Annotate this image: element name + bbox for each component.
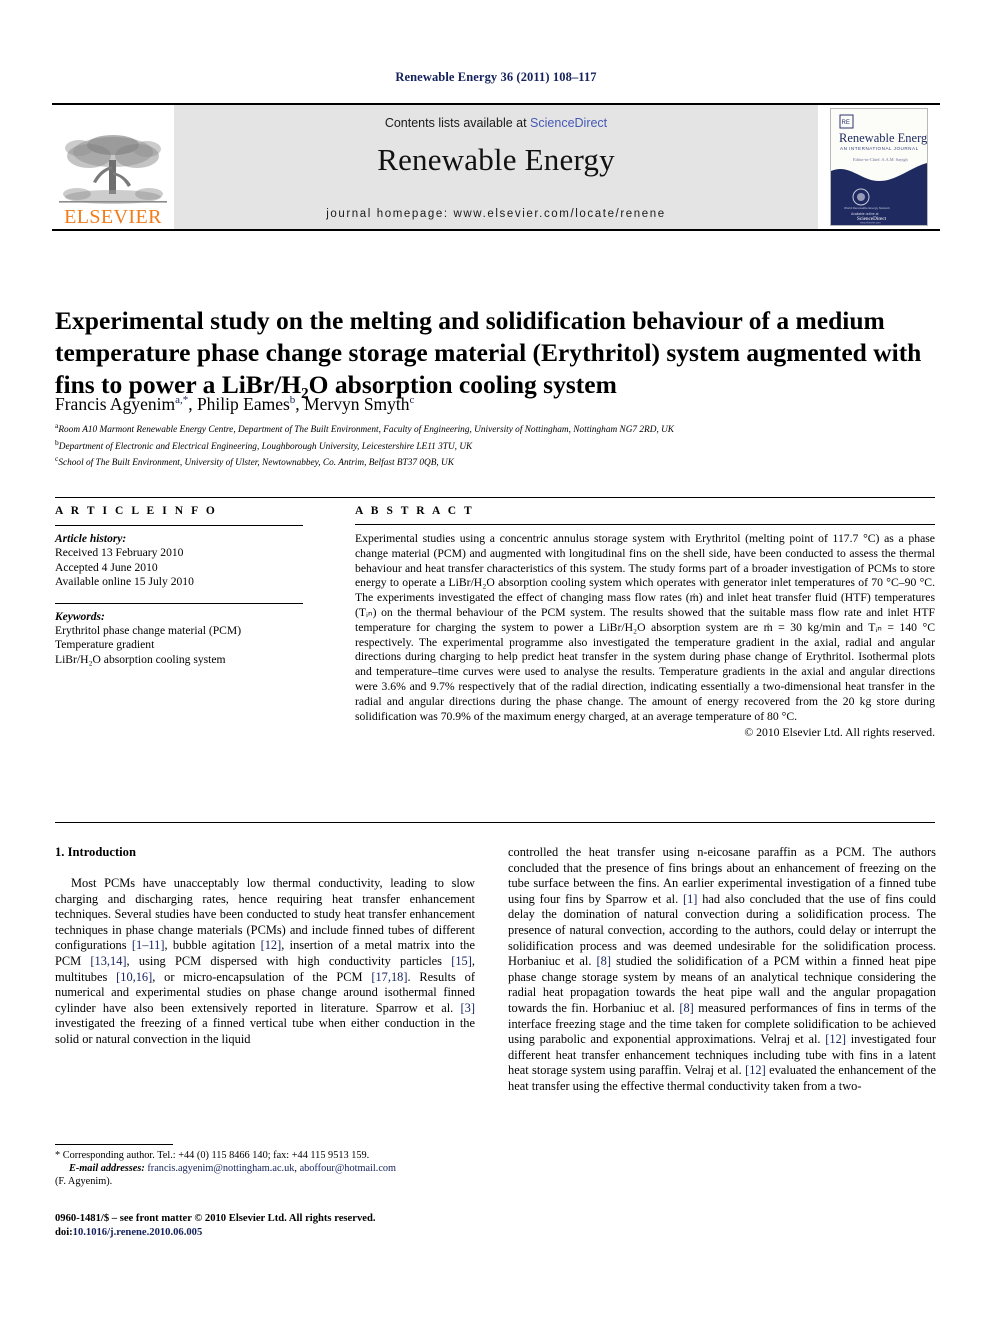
author-affiliation-mark: a,* xyxy=(175,394,189,406)
svg-text:www.elsevier.com: www.elsevier.com xyxy=(860,221,881,225)
elsevier-wordmark: ELSEVIER xyxy=(64,206,162,228)
paragraph: Most PCMs have unacceptably low thermal … xyxy=(55,876,475,1046)
doi-line: doi:10.1016/j.renene.2010.06.005 xyxy=(55,1226,485,1240)
colophon-block: 0960-1481/$ – see front matter © 2010 El… xyxy=(55,1212,485,1239)
introduction-paragraph-left: Most PCMs have unacceptably low thermal … xyxy=(55,876,475,1048)
article-history-label: Article history: xyxy=(55,533,127,545)
article-info-rule xyxy=(55,525,303,526)
article-history-item: Received 13 February 2010 xyxy=(55,546,184,559)
running-head: Renewable Energy 36 (2011) 108–117 xyxy=(395,70,597,84)
info-band-bottom-rule xyxy=(55,822,935,823)
svg-text:RE: RE xyxy=(842,120,850,126)
keyword-item: LiBr/H₂O absorption cooling system xyxy=(55,652,226,666)
author-name: Philip Eames xyxy=(196,393,290,414)
journal-cover-thumbnail: RE Renewable Energy AN INTERNATIONAL JOU… xyxy=(830,108,928,226)
article-history-item: Available online 15 July 2010 xyxy=(55,575,194,589)
issn-front-matter: 0960-1481/$ – see front matter © 2010 El… xyxy=(55,1213,376,1224)
keyword-item: Temperature gradient xyxy=(55,638,155,652)
svg-text:Renewable Energy: Renewable Energy xyxy=(839,131,927,145)
affiliation-text: School of The Built Environment, Univers… xyxy=(58,458,454,469)
affiliation-item: aRoom A10 Marmont Renewable Energy Centr… xyxy=(55,420,935,437)
article-info-heading: A R T I C L E I N F O xyxy=(55,505,218,517)
elsevier-logo: ELSEVIER xyxy=(52,105,174,229)
doi-link[interactable]: 10.1016/j.renene.2010.06.005 xyxy=(73,1227,203,1238)
page-title: Experimental study on the melting and so… xyxy=(55,306,922,400)
affiliation-text: Room A10 Marmont Renewable Energy Centre… xyxy=(58,425,675,436)
email-note: E-mail addresses: francis.agyenim@nottin… xyxy=(55,1162,475,1175)
email-owner: (F. Agyenim). xyxy=(55,1176,113,1187)
body-column-left: 1. Introduction Most PCMs have unaccepta… xyxy=(55,845,475,1048)
contents-available-line: Contents lists available at ScienceDirec… xyxy=(174,116,818,130)
elsevier-tree-icon xyxy=(59,135,167,204)
journal-masthead: ELSEVIER Contents lists available at Sci… xyxy=(52,103,940,231)
svg-text:AN INTERNATIONAL JOURNAL: AN INTERNATIONAL JOURNAL xyxy=(840,146,919,151)
author-name: Mervyn Smyth xyxy=(304,393,410,414)
keyword-item: Erythritol phase change material (PCM) xyxy=(55,623,242,637)
abstract-text: Experimental studies using a concentric … xyxy=(355,532,935,723)
svg-text:World Renewable Energy Network: World Renewable Energy Network xyxy=(844,206,890,210)
introduction-paragraph-right: controlled the heat transfer using n-eic… xyxy=(508,845,936,1095)
abstract-rule xyxy=(355,524,935,525)
contents-prefix: Contents lists available at xyxy=(384,116,531,130)
author-affiliation-mark: c xyxy=(409,394,415,406)
affiliation-text: Department of Electronic and Electrical … xyxy=(58,441,473,452)
email-addresses-label: E-mail addresses: xyxy=(69,1163,145,1174)
email-link-primary[interactable]: francis.agyenim@nottingham.ac.uk xyxy=(147,1163,294,1174)
paper-page: Renewable Energy 36 (2011) 108–117 ELSEV… xyxy=(0,0,992,1323)
body-column-right: controlled the heat transfer using n-eic… xyxy=(508,845,936,1095)
affiliation-list: aRoom A10 Marmont Renewable Energy Centr… xyxy=(55,420,935,470)
info-band-top-rule xyxy=(55,497,935,498)
article-history-item: Accepted 4 June 2010 xyxy=(55,560,158,574)
corresponding-author-note: * Corresponding author. Tel.: +44 (0) 11… xyxy=(55,1150,370,1161)
sciencedirect-link[interactable]: ScienceDirect xyxy=(530,116,607,130)
author-list: Francis Agyenima,*, Philip Eamesb, Mervy… xyxy=(55,393,415,414)
affiliation-item: cSchool of The Built Environment, Univer… xyxy=(55,453,935,470)
masthead-center: Contents lists available at ScienceDirec… xyxy=(174,105,818,229)
journal-homepage-link[interactable]: journal homepage: www.elsevier.com/locat… xyxy=(174,208,818,220)
affiliation-item: bDepartment of Electronic and Electrical… xyxy=(55,437,935,454)
doi-label: doi: xyxy=(55,1226,73,1238)
footnote-rule xyxy=(55,1144,173,1145)
journal-title: Renewable Energy xyxy=(377,142,615,177)
footnote-block: * Corresponding author. Tel.: +44 (0) 11… xyxy=(55,1144,475,1188)
author-name: Francis Agyenim xyxy=(55,393,176,414)
abstract-copyright: © 2010 Elsevier Ltd. All rights reserved… xyxy=(744,726,935,740)
article-info-panel: A R T I C L E I N F O Article history: R… xyxy=(55,505,303,668)
abstract-heading: A B S T R A C T xyxy=(355,505,475,517)
author-affiliation-mark: b xyxy=(289,394,296,406)
cover-art: RE Renewable Energy AN INTERNATIONAL JOU… xyxy=(831,109,927,225)
abstract-panel: A B S T R A C T Experimental studies usi… xyxy=(355,505,935,739)
paragraph: controlled the heat transfer using n-eic… xyxy=(508,845,936,1093)
email-link-secondary[interactable]: aboffour@hotmail.com xyxy=(300,1163,397,1174)
keywords-rule xyxy=(55,602,303,604)
keywords-label: Keywords: xyxy=(55,610,105,623)
journal-cover-cell: RE Renewable Energy AN INTERNATIONAL JOU… xyxy=(818,105,940,229)
section-heading-introduction: 1. Introduction xyxy=(55,845,136,859)
svg-text:Editor-in-Chief: A.A.M. Sayigh: Editor-in-Chief: A.A.M. Sayigh xyxy=(853,157,909,162)
